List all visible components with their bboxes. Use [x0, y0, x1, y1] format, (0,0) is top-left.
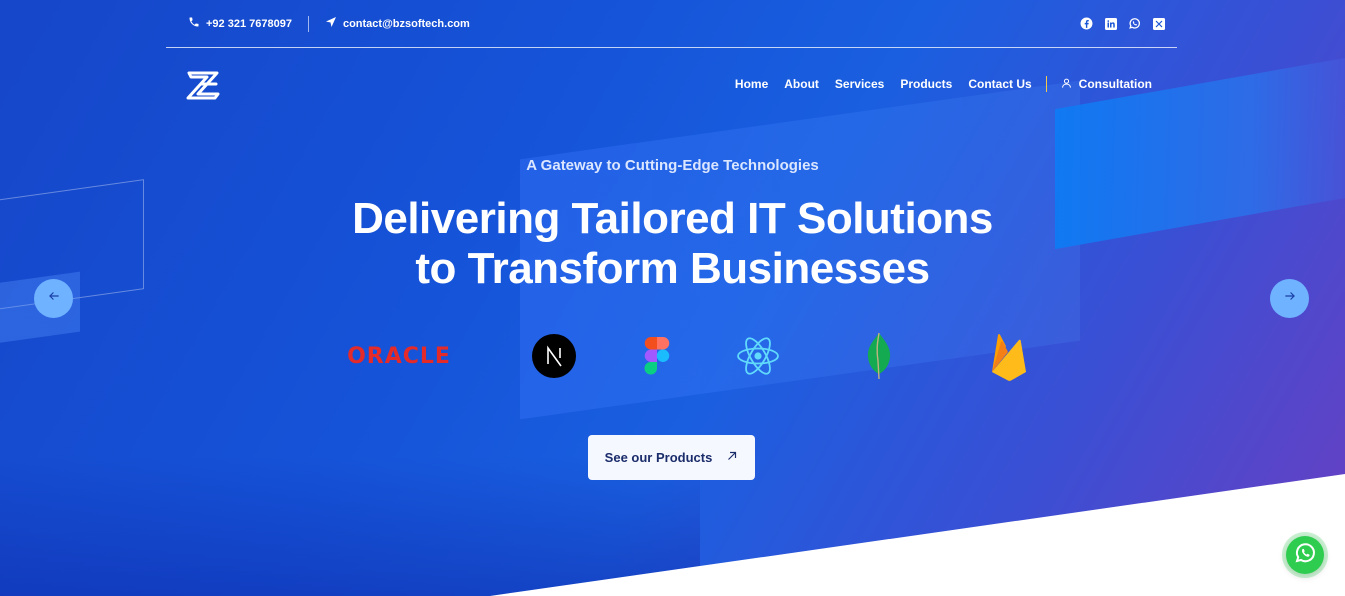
consultation-label: Consultation — [1078, 77, 1152, 91]
oracle-logo: ORACLE — [334, 330, 464, 382]
cta-label: See our Products — [604, 450, 713, 465]
top-contact-bar: +92 321 7678097 contact@bzsoftech.com — [166, 0, 1177, 48]
whatsapp-icon — [1293, 541, 1317, 570]
react-logo — [735, 330, 781, 382]
hero-headline: Delivering Tailored IT Solutions to Tran… — [0, 194, 1345, 294]
see-products-button[interactable]: See our Products — [588, 435, 755, 480]
nav-home[interactable]: Home — [735, 77, 768, 91]
firebase-logo — [988, 330, 1030, 382]
arrow-right-icon — [1283, 289, 1297, 308]
headline-line-2: to Transform Businesses — [415, 244, 930, 293]
whatsapp-icon[interactable] — [1128, 17, 1141, 30]
send-icon — [325, 16, 337, 31]
figma-logo — [643, 330, 671, 382]
brand-logo[interactable] — [186, 70, 222, 100]
contact-divider — [307, 15, 309, 32]
nav-about[interactable]: About — [784, 77, 819, 91]
mongodb-logo — [864, 330, 894, 382]
consultation-link[interactable]: Consultation — [1061, 77, 1152, 92]
oracle-wordmark: ORACLE — [347, 343, 451, 369]
email-address: contact@bzsoftech.com — [342, 17, 470, 30]
phone-number: +92 321 7678097 — [206, 17, 292, 30]
facebook-icon[interactable] — [1080, 17, 1093, 30]
arrow-left-icon — [47, 289, 61, 308]
nav-services[interactable]: Services — [835, 77, 884, 91]
phone-contact[interactable]: +92 321 7678097 — [166, 16, 292, 31]
nav-divider — [1045, 76, 1047, 92]
nav-contact-us[interactable]: Contact Us — [968, 77, 1031, 91]
slider-prev-button[interactable] — [34, 279, 73, 318]
headline-line-1: Delivering Tailored IT Solutions — [352, 194, 993, 243]
contact-info: +92 321 7678097 contact@bzsoftech.com — [166, 15, 470, 32]
linkedin-icon[interactable] — [1104, 17, 1117, 30]
main-navigation: Home About Services Products Contact Us … — [719, 76, 1152, 92]
arrow-up-right-icon — [726, 450, 738, 465]
social-links — [1080, 17, 1177, 30]
user-icon — [1061, 77, 1072, 92]
x-twitter-icon[interactable] — [1152, 17, 1165, 30]
phone-icon — [188, 16, 200, 31]
whatsapp-chat-button[interactable] — [1286, 536, 1324, 574]
email-contact[interactable]: contact@bzsoftech.com — [325, 16, 470, 31]
nav-products[interactable]: Products — [900, 77, 952, 91]
hero-tagline: A Gateway to Cutting-Edge Technologies — [526, 157, 819, 174]
slider-next-button[interactable] — [1270, 279, 1309, 318]
nextjs-logo — [531, 330, 577, 382]
